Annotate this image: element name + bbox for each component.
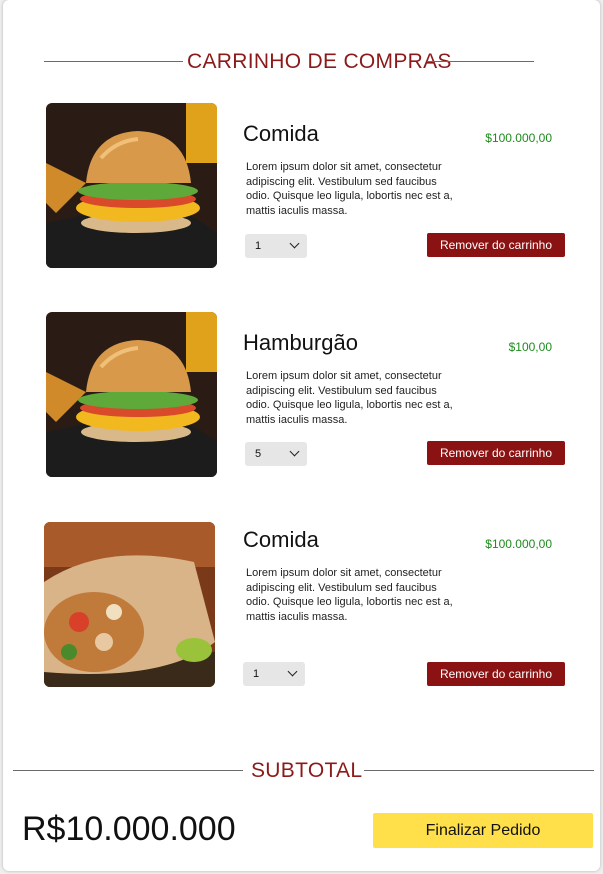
subtotal-title: SUBTOTAL <box>251 759 363 782</box>
item-description: Lorem ipsum dolor sit amet, consectetur … <box>246 567 453 623</box>
cart-item: Comida $100.000,00 Lorem ipsum dolor sit… <box>3 103 600 273</box>
item-price: $100.000,00 <box>485 131 552 145</box>
cart-item: Hamburgão $100,00 Lorem ipsum dolor sit … <box>3 312 600 482</box>
title-divider-right <box>427 61 534 62</box>
cart-card: CARRINHO DE COMPRAS Comida $100.000,00 L… <box>3 0 600 871</box>
cart-item: Comida $100.000,00 Lorem ipsum dolor sit… <box>3 522 600 692</box>
quantity-select[interactable]: 1 <box>243 662 305 686</box>
item-price: $100,00 <box>508 340 552 354</box>
chevron-down-icon <box>289 446 300 457</box>
item-description: Lorem ipsum dolor sit amet, consectetur … <box>246 161 453 217</box>
item-name: Hamburgão <box>243 330 358 355</box>
cart-title: CARRINHO DE COMPRAS <box>187 50 452 73</box>
quantity-value: 1 <box>253 668 260 680</box>
remove-from-cart-button[interactable]: Remover do carrinho <box>427 662 565 686</box>
chevron-down-icon <box>287 666 298 677</box>
item-name: Comida <box>243 121 319 146</box>
quantity-select[interactable]: 5 <box>245 442 307 466</box>
burger-image <box>46 312 217 477</box>
finish-order-button[interactable]: Finalizar Pedido <box>373 813 593 848</box>
item-name: Comida <box>243 527 319 552</box>
quantity-value: 5 <box>255 448 262 460</box>
burger-image <box>46 103 217 268</box>
title-divider-left <box>44 61 183 62</box>
subtotal-divider-left <box>13 770 243 771</box>
chevron-down-icon <box>289 238 300 249</box>
remove-from-cart-button[interactable]: Remover do carrinho <box>427 233 565 257</box>
item-price: $100.000,00 <box>485 537 552 551</box>
quantity-value: 1 <box>255 240 262 252</box>
item-description: Lorem ipsum dolor sit amet, consectetur … <box>246 370 453 426</box>
subtotal-value: R$10.000.000 <box>22 810 236 848</box>
subtotal-divider-right <box>364 770 594 771</box>
remove-from-cart-button[interactable]: Remover do carrinho <box>427 441 565 465</box>
quantity-select[interactable]: 1 <box>245 234 307 258</box>
burrito-image <box>44 522 215 687</box>
